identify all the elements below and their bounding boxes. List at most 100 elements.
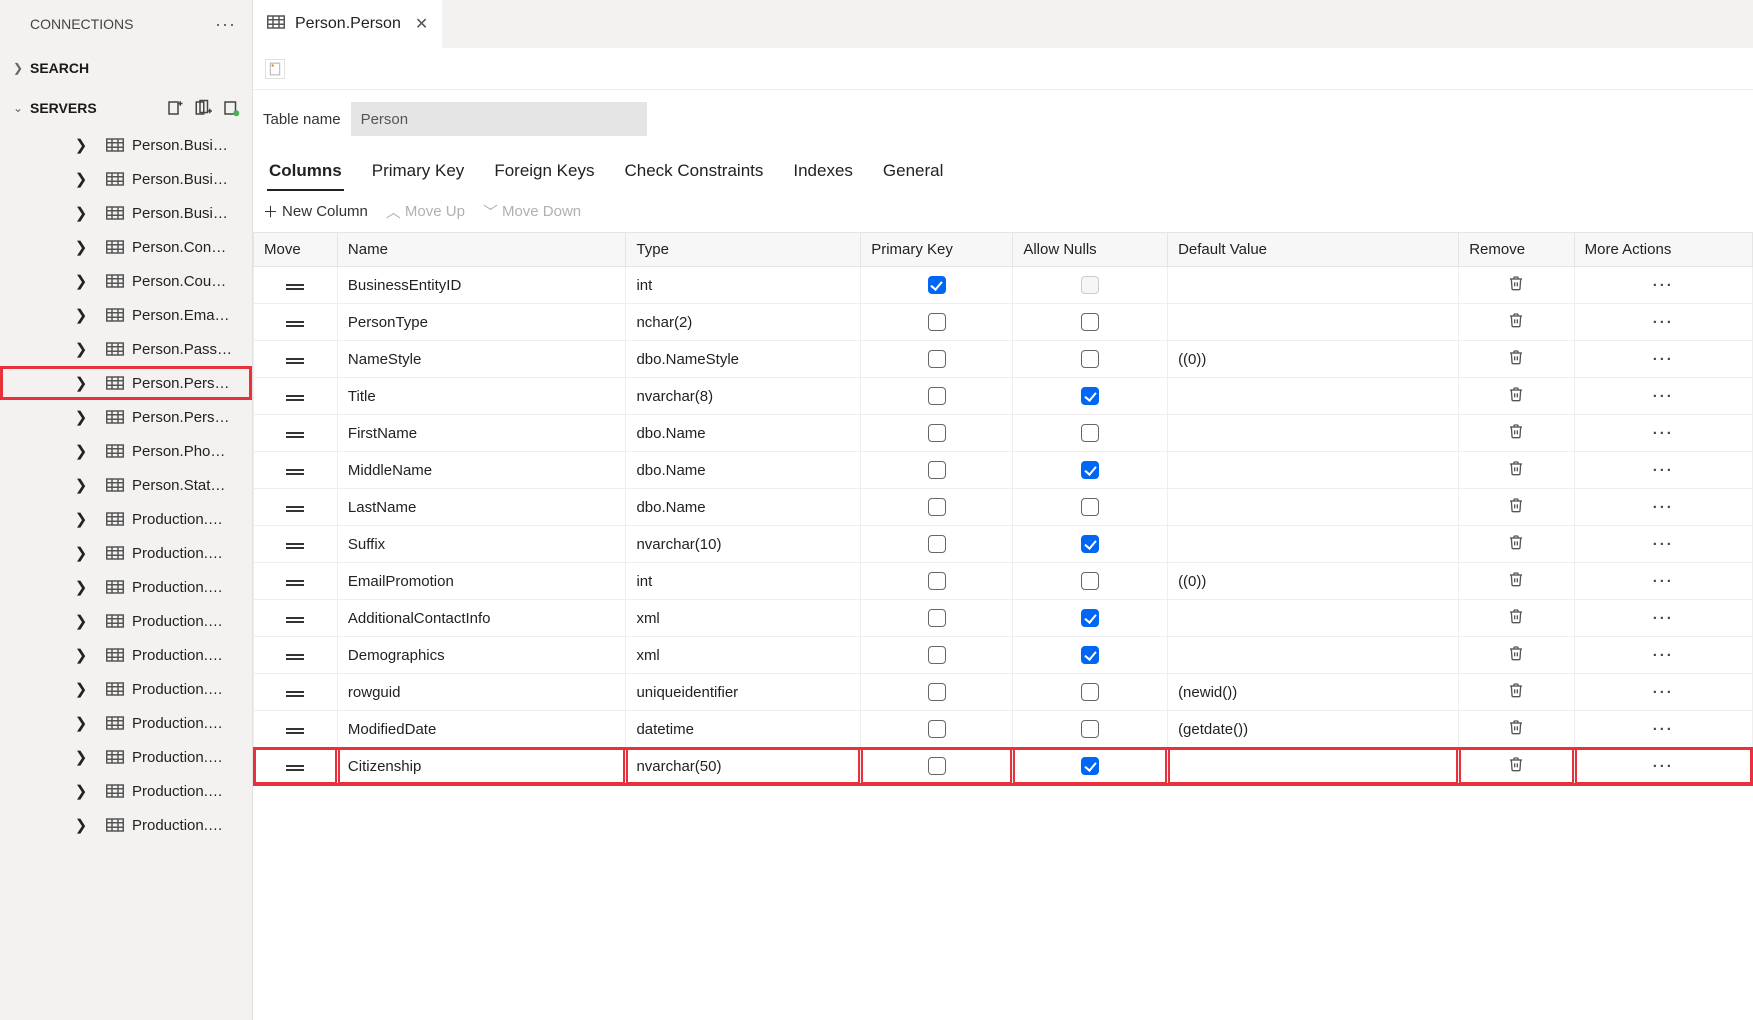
new-group-icon[interactable] bbox=[194, 99, 212, 117]
tree-item[interactable]: ❯Person.Stat… bbox=[0, 468, 252, 502]
tree-item[interactable]: ❯Production.… bbox=[0, 604, 252, 638]
trash-icon[interactable] bbox=[1508, 756, 1524, 772]
checkbox-icon[interactable] bbox=[1081, 572, 1099, 590]
cell-default-value[interactable] bbox=[1168, 304, 1459, 341]
trash-icon[interactable] bbox=[1508, 460, 1524, 476]
property-tab-general[interactable]: General bbox=[881, 157, 945, 191]
drag-handle-icon[interactable] bbox=[286, 617, 304, 623]
table-name-input[interactable]: Person bbox=[351, 102, 647, 136]
drag-handle-icon[interactable] bbox=[286, 691, 304, 697]
checkbox-icon[interactable] bbox=[1081, 424, 1099, 442]
cell-name[interactable]: BusinessEntityID bbox=[337, 267, 626, 304]
cell-default-value[interactable] bbox=[1168, 378, 1459, 415]
checkbox-icon[interactable] bbox=[928, 535, 946, 553]
checkbox-icon[interactable] bbox=[928, 609, 946, 627]
column-row[interactable]: Titlenvarchar(8)··· bbox=[254, 378, 1753, 415]
tree-item[interactable]: ❯Person.Pass… bbox=[0, 332, 252, 366]
property-tab-foreign-keys[interactable]: Foreign Keys bbox=[492, 157, 596, 191]
cell-type[interactable]: nchar(2) bbox=[626, 304, 861, 341]
more-actions-icon[interactable]: ··· bbox=[1653, 684, 1674, 701]
drag-handle-icon[interactable] bbox=[286, 321, 304, 327]
cell-default-value[interactable] bbox=[1168, 452, 1459, 489]
cell-name[interactable]: Title bbox=[337, 378, 626, 415]
unsaved-doc-icon[interactable] bbox=[265, 59, 285, 79]
drag-handle-icon[interactable] bbox=[286, 469, 304, 475]
property-tab-primary-key[interactable]: Primary Key bbox=[370, 157, 467, 191]
checkbox-icon[interactable] bbox=[1081, 609, 1099, 627]
cell-default-value[interactable] bbox=[1168, 267, 1459, 304]
cell-default-value[interactable] bbox=[1168, 600, 1459, 637]
column-row[interactable]: NameStyledbo.NameStyle((0))··· bbox=[254, 341, 1753, 378]
cell-name[interactable]: LastName bbox=[337, 489, 626, 526]
trash-icon[interactable] bbox=[1508, 534, 1524, 550]
tree-item[interactable]: ❯Person.Ema… bbox=[0, 298, 252, 332]
new-connection-icon[interactable] bbox=[166, 99, 184, 117]
checkbox-icon[interactable] bbox=[928, 720, 946, 738]
property-tab-check-constraints[interactable]: Check Constraints bbox=[622, 157, 765, 191]
column-row[interactable]: Demographicsxml··· bbox=[254, 637, 1753, 674]
checkbox-icon[interactable] bbox=[928, 461, 946, 479]
checkbox-icon[interactable] bbox=[928, 683, 946, 701]
checkbox-icon[interactable] bbox=[928, 498, 946, 516]
more-actions-icon[interactable]: ··· bbox=[1653, 388, 1674, 405]
drag-handle-icon[interactable] bbox=[286, 284, 304, 290]
cell-type[interactable]: datetime bbox=[626, 711, 861, 748]
tree-item[interactable]: ❯Production.… bbox=[0, 808, 252, 842]
close-icon[interactable]: ✕ bbox=[415, 14, 428, 34]
checkbox-icon[interactable] bbox=[1081, 683, 1099, 701]
tree-item[interactable]: ❯Person.Cou… bbox=[0, 264, 252, 298]
cell-default-value[interactable] bbox=[1168, 637, 1459, 674]
tree-item[interactable]: ❯Production.… bbox=[0, 502, 252, 536]
column-row[interactable]: Suffixnvarchar(10)··· bbox=[254, 526, 1753, 563]
more-actions-icon[interactable]: ··· bbox=[1653, 351, 1674, 368]
tree-item[interactable]: ❯Person.Pers… bbox=[0, 366, 252, 400]
drag-handle-icon[interactable] bbox=[286, 728, 304, 734]
drag-handle-icon[interactable] bbox=[286, 358, 304, 364]
cell-default-value[interactable]: (newid()) bbox=[1168, 674, 1459, 711]
cell-type[interactable]: dbo.Name bbox=[626, 415, 861, 452]
checkbox-icon[interactable] bbox=[1081, 757, 1099, 775]
cell-type[interactable]: dbo.Name bbox=[626, 489, 861, 526]
trash-icon[interactable] bbox=[1508, 275, 1524, 291]
trash-icon[interactable] bbox=[1508, 645, 1524, 661]
column-row[interactable]: LastNamedbo.Name ··· bbox=[254, 489, 1753, 526]
trash-icon[interactable] bbox=[1508, 423, 1524, 439]
property-tab-columns[interactable]: Columns bbox=[267, 157, 344, 191]
column-row[interactable]: BusinessEntityIDint ··· bbox=[254, 267, 1753, 304]
checkbox-icon[interactable] bbox=[1081, 535, 1099, 553]
tree-item[interactable]: ❯Person.Busi… bbox=[0, 128, 252, 162]
checkbox-icon[interactable] bbox=[928, 276, 946, 294]
cell-default-value[interactable] bbox=[1168, 526, 1459, 563]
checkbox-icon[interactable] bbox=[1081, 461, 1099, 479]
more-actions-icon[interactable]: ··· bbox=[1653, 462, 1674, 479]
cell-name[interactable]: NameStyle bbox=[337, 341, 626, 378]
checkbox-icon[interactable] bbox=[1081, 350, 1099, 368]
trash-icon[interactable] bbox=[1508, 497, 1524, 513]
checkbox-icon[interactable] bbox=[1081, 276, 1099, 294]
cell-type[interactable]: uniqueidentifier bbox=[626, 674, 861, 711]
more-actions-icon[interactable]: ··· bbox=[1653, 277, 1674, 294]
cell-name[interactable]: AdditionalContactInfo bbox=[337, 600, 626, 637]
cell-name[interactable]: ModifiedDate bbox=[337, 711, 626, 748]
cell-type[interactable]: int bbox=[626, 563, 861, 600]
checkbox-icon[interactable] bbox=[1081, 387, 1099, 405]
tree-item[interactable]: ❯Person.Con… bbox=[0, 230, 252, 264]
move-down-button[interactable]: ﹀Move Down bbox=[483, 201, 581, 222]
more-actions-icon[interactable]: ··· bbox=[1653, 499, 1674, 516]
tree-item[interactable]: ❯Production.… bbox=[0, 706, 252, 740]
cell-type[interactable]: int bbox=[626, 267, 861, 304]
move-up-button[interactable]: ︿Move Up bbox=[386, 201, 465, 222]
tree-item[interactable]: ❯Production.… bbox=[0, 638, 252, 672]
checkbox-icon[interactable] bbox=[928, 646, 946, 664]
trash-icon[interactable] bbox=[1508, 312, 1524, 328]
trash-icon[interactable] bbox=[1508, 682, 1524, 698]
drag-handle-icon[interactable] bbox=[286, 432, 304, 438]
trash-icon[interactable] bbox=[1508, 349, 1524, 365]
more-actions-icon[interactable]: ··· bbox=[1653, 721, 1674, 738]
cell-type[interactable]: nvarchar(10) bbox=[626, 526, 861, 563]
more-actions-icon[interactable]: ··· bbox=[1653, 758, 1674, 775]
tree-item[interactable]: ❯Person.Pers… bbox=[0, 400, 252, 434]
checkbox-icon[interactable] bbox=[928, 350, 946, 368]
checkbox-icon[interactable] bbox=[928, 313, 946, 331]
tree-item[interactable]: ❯Person.Busi… bbox=[0, 196, 252, 230]
